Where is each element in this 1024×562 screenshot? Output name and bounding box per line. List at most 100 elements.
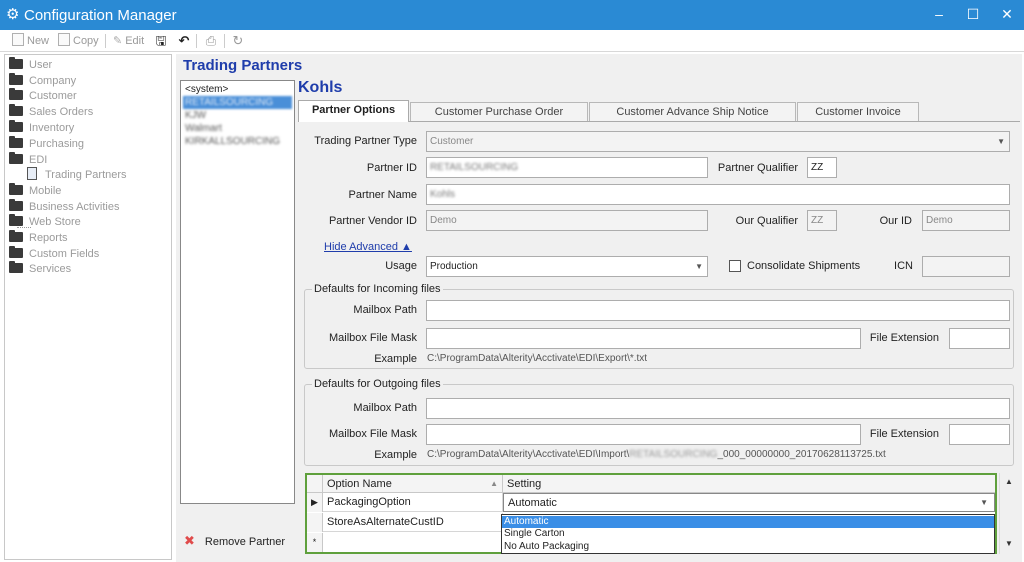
hide-advanced-link[interactable]: Hide Advanced ▲ (324, 241, 412, 253)
tree-item-services[interactable]: Services (9, 261, 71, 277)
remove-partner-button[interactable]: ✖ Remove Partner (184, 532, 285, 550)
print-icon[interactable]: ⎙ (203, 33, 219, 49)
remove-icon: ✖ (184, 533, 195, 548)
dropdown-option-automatic[interactable]: Automatic (502, 516, 994, 528)
tree-item-web-store[interactable]: Web Store (9, 214, 81, 230)
new-button[interactable]: New (12, 33, 49, 49)
incoming-example-label: Example (374, 353, 417, 365)
tree-item-user[interactable]: User (9, 57, 52, 73)
usage-value: Production (430, 261, 478, 272)
consolidate-shipments-label: Consolidate Shipments (747, 260, 861, 272)
folder-icon (9, 183, 23, 195)
grid-scrollbar[interactable]: ▲ ▼ (999, 473, 1017, 554)
option-name-cell[interactable]: StoreAsAlternateCustID (323, 513, 503, 532)
tree-item-custom-fields[interactable]: Custom Fields (9, 246, 99, 262)
tree-item-label: Trading Partners (45, 169, 127, 181)
folder-icon (9, 214, 23, 226)
partner-vendor-id-input[interactable]: Demo (426, 210, 708, 231)
incoming-mask-label: Mailbox File Mask (328, 332, 417, 344)
partner-list-item[interactable]: Walmart (183, 122, 292, 135)
folder-icon (9, 120, 23, 132)
tree-item-business-activities[interactable]: Business Activities (9, 199, 119, 215)
option-name-cell[interactable]: PackagingOption (323, 493, 503, 512)
tab-customer-advance-ship-notice[interactable]: Customer Advance Ship Notice (589, 102, 796, 121)
folder-icon (9, 261, 23, 273)
partner-qualifier-input[interactable]: ZZ (807, 157, 837, 178)
copy-button[interactable]: Copy (58, 33, 99, 49)
scroll-up-icon[interactable]: ▲ (1000, 475, 1018, 489)
outgoing-mailbox-path-input[interactable] (426, 398, 1010, 419)
row-indicator (307, 513, 323, 532)
partner-qualifier-label: Partner Qualifier (717, 162, 798, 174)
partner-list[interactable]: <system> RETAILSOURCING KJW Walmart KIRK… (180, 80, 295, 504)
tree-item-label: Customer (29, 90, 77, 102)
option-name-cell[interactable] (323, 533, 503, 552)
setting-select[interactable]: Automatic ▼ (503, 493, 995, 512)
incoming-files-title: Defaults for Incoming files (312, 283, 443, 295)
table-row[interactable]: ▶ PackagingOption Automatic ▼ (307, 493, 995, 512)
column-header-setting[interactable]: Setting (503, 475, 995, 493)
folder-icon (9, 73, 23, 85)
partner-list-item[interactable]: <system> (183, 83, 292, 96)
tree-item-label: Sales Orders (29, 106, 94, 118)
folder-icon (9, 230, 23, 242)
outgoing-mask-input[interactable] (426, 424, 861, 445)
tree-item-company[interactable]: Company (9, 73, 76, 89)
copy-label: Copy (73, 35, 99, 47)
maximize-button[interactable]: ☐ (956, 0, 990, 30)
tree-item-label: EDI (29, 154, 48, 166)
tab-customer-purchase-order[interactable]: Customer Purchase Order (410, 102, 588, 121)
incoming-ext-input[interactable] (949, 328, 1010, 349)
tree-item-edi[interactable]: EDI (9, 152, 47, 168)
tree-item-label: Web Store (29, 216, 81, 228)
chevron-down-icon: ▼ (695, 262, 703, 271)
grid-corner (307, 475, 323, 493)
save-icon[interactable]: 🖫 (153, 33, 169, 49)
minimize-button[interactable]: – (922, 0, 956, 30)
refresh-icon[interactable]: ↻ (230, 33, 246, 49)
tree-item-customer[interactable]: Customer (9, 88, 77, 104)
setting-dropdown-list[interactable]: Automatic Single Carton No Auto Packagin… (501, 514, 995, 554)
consolidate-shipments-checkbox[interactable] (729, 260, 741, 272)
trading-partner-type-select[interactable]: Customer ▼ (426, 131, 1010, 152)
folder-icon (9, 199, 23, 211)
our-qualifier-input[interactable]: ZZ (807, 210, 837, 231)
edit-label: Edit (125, 35, 145, 47)
outgoing-mask-label: Mailbox File Mask (328, 428, 417, 440)
partner-list-item[interactable]: KIRKALLSOURCING (183, 135, 292, 148)
chevron-down-icon: ▼ (980, 498, 988, 507)
undo-icon[interactable]: ↶ (176, 33, 192, 49)
incoming-mask-input[interactable] (426, 328, 861, 349)
folder-icon (9, 57, 23, 69)
scroll-down-icon[interactable]: ▼ (1000, 537, 1018, 551)
tab-partner-options[interactable]: Partner Options (298, 100, 409, 122)
partner-list-item[interactable]: KJW (183, 109, 292, 122)
partner-list-item[interactable]: RETAILSOURCING (183, 96, 292, 109)
incoming-mailbox-path-input[interactable] (426, 300, 1010, 321)
our-id-label: Our ID (879, 215, 912, 227)
chevron-down-icon: ▼ (997, 137, 1005, 146)
tree-item-mobile[interactable]: Mobile (9, 183, 61, 199)
toolbar-separator (105, 34, 106, 48)
gear-icon: ⚙ (6, 6, 20, 23)
outgoing-files-title: Defaults for Outgoing files (312, 378, 443, 390)
tree-item-reports[interactable]: Reports (9, 230, 68, 246)
outgoing-ext-input[interactable] (949, 424, 1010, 445)
partner-name-input[interactable]: Kohls (426, 184, 1010, 205)
folder-icon (9, 246, 23, 258)
usage-select[interactable]: Production ▼ (426, 256, 708, 277)
tree-item-purchasing[interactable]: Purchasing (9, 136, 84, 152)
dropdown-option-single-carton[interactable]: Single Carton (502, 528, 994, 540)
tree-item-label: Services (29, 263, 72, 275)
close-button[interactable]: ✕ (990, 0, 1024, 30)
partner-id-input[interactable]: RETAILSOURCING (426, 157, 708, 178)
tree-item-sales-orders[interactable]: Sales Orders (9, 104, 93, 120)
edit-button[interactable]: ✎ Edit (113, 33, 144, 49)
tree-item-trading-partners[interactable]: Trading Partners (27, 167, 127, 183)
column-header-option-name[interactable]: Option Name ▲ (323, 475, 503, 493)
tab-customer-invoice[interactable]: Customer Invoice (797, 102, 919, 121)
dropdown-option-no-auto-packaging[interactable]: No Auto Packaging (502, 541, 994, 553)
tree-item-inventory[interactable]: Inventory (9, 120, 74, 136)
icn-input[interactable] (922, 256, 1010, 277)
our-id-input[interactable]: Demo (922, 210, 1010, 231)
